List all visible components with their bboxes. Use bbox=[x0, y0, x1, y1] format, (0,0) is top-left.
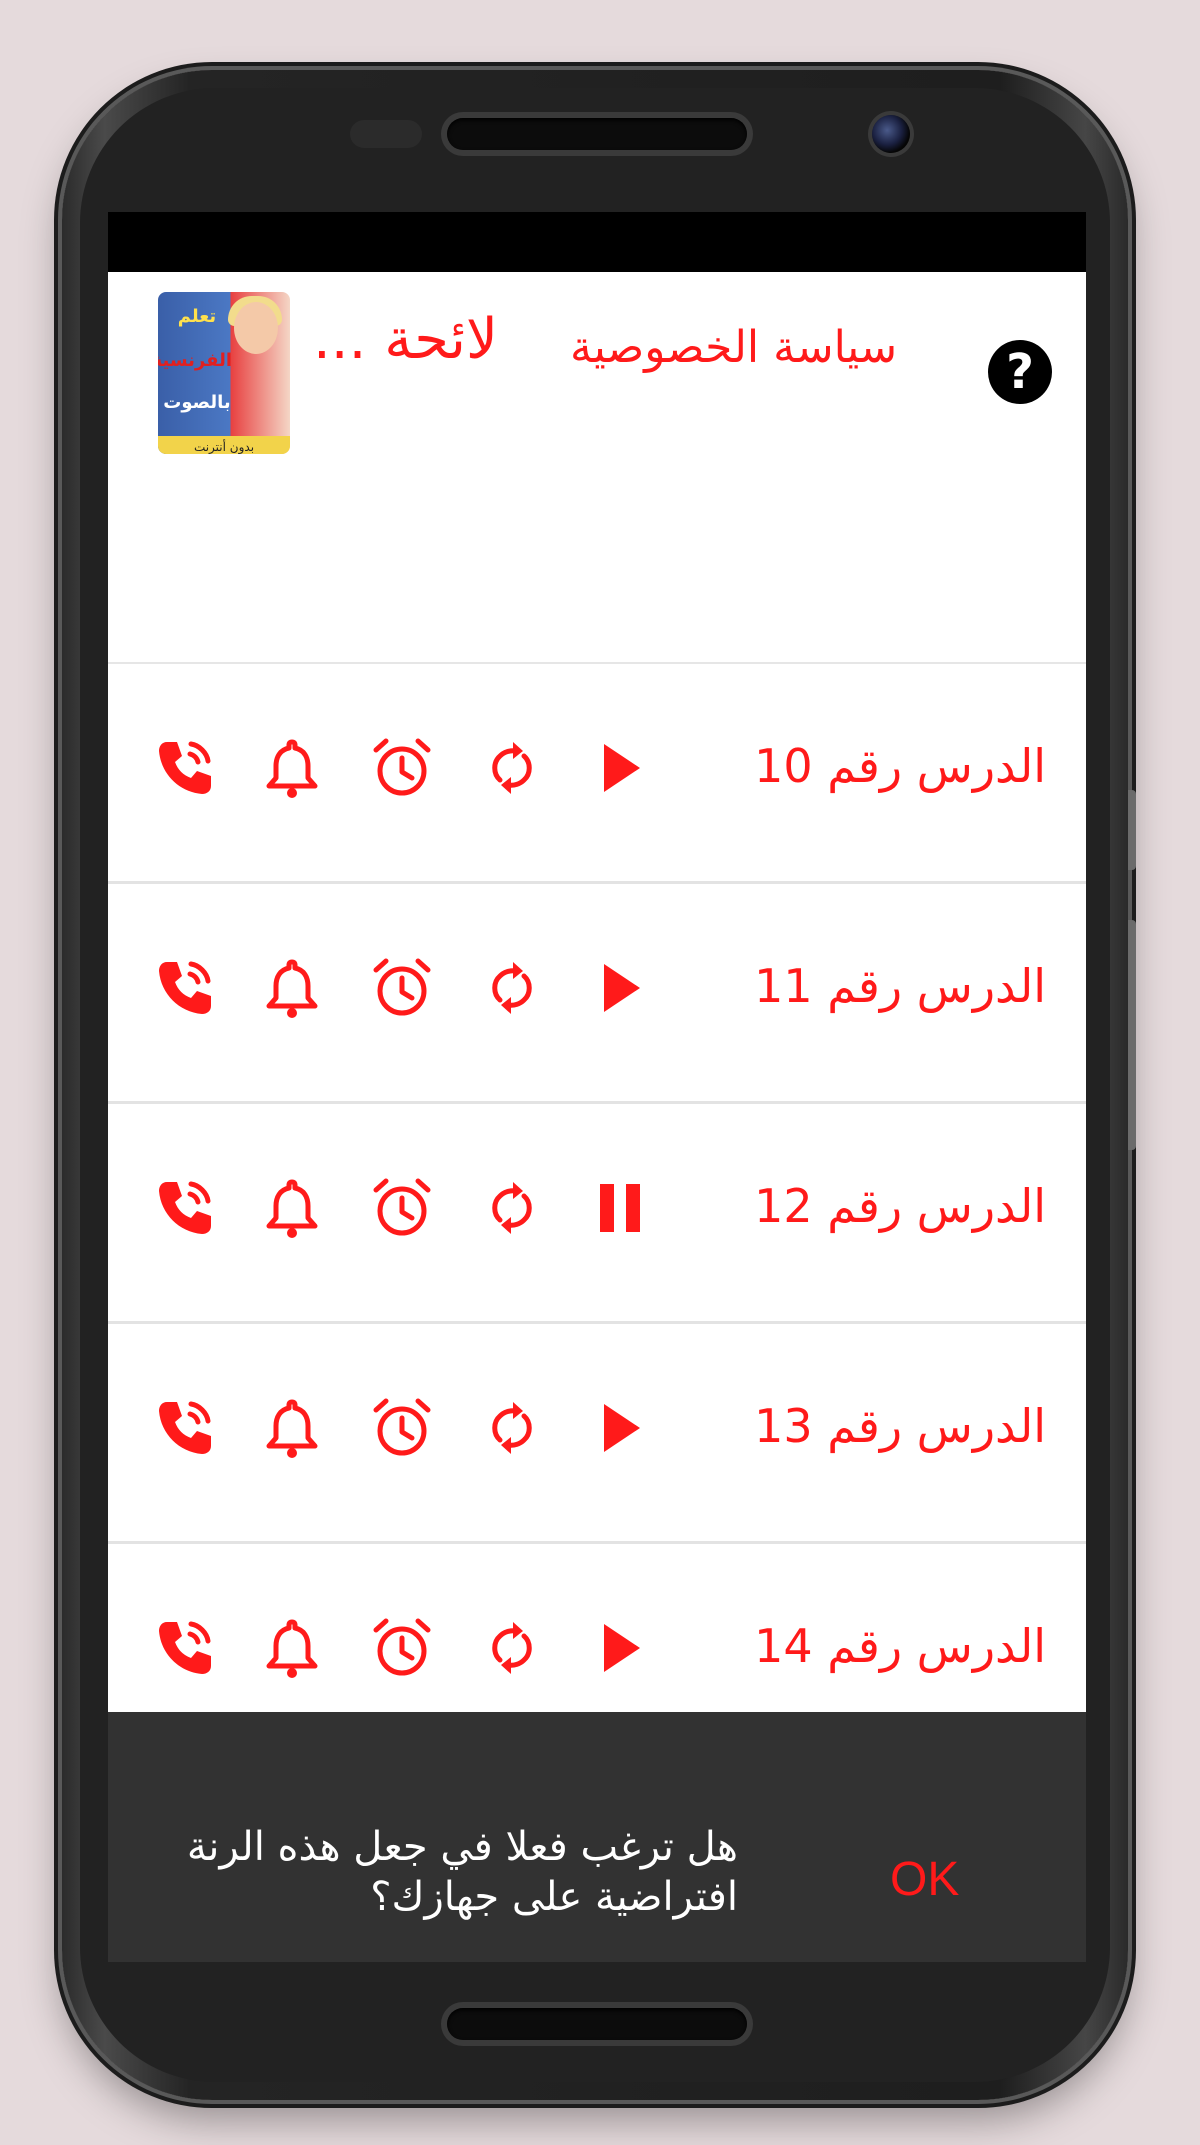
ok-button[interactable]: OK bbox=[890, 1852, 959, 1907]
privacy-policy-link[interactable]: سياسة الخصوصية bbox=[570, 322, 897, 373]
play-icon[interactable] bbox=[588, 736, 652, 800]
volume-button bbox=[1128, 920, 1136, 1150]
ringtone-call-icon[interactable] bbox=[153, 1396, 217, 1460]
bottom-speaker bbox=[447, 2008, 747, 2040]
lesson-label: الدرس رقم 12 bbox=[754, 1179, 1046, 1233]
ringtone-call-icon[interactable] bbox=[153, 736, 217, 800]
ringtone-call-icon[interactable] bbox=[153, 956, 217, 1020]
status-bar bbox=[108, 212, 1086, 272]
app-header: تعلم الفرنسية بالصوت بدون أنترنت لائحة .… bbox=[108, 272, 1086, 472]
logo-text-2: الفرنسية bbox=[158, 350, 232, 371]
logo-text-1: تعلم bbox=[177, 306, 217, 327]
power-button bbox=[1128, 790, 1136, 870]
front-camera bbox=[872, 115, 910, 153]
app-logo[interactable]: تعلم الفرنسية بالصوت بدون أنترنت bbox=[158, 292, 290, 454]
notification-bell-icon[interactable] bbox=[260, 1176, 324, 1240]
notification-bell-icon[interactable] bbox=[260, 736, 324, 800]
repeat-icon[interactable] bbox=[480, 1176, 544, 1240]
ringtone-call-icon[interactable] bbox=[153, 1176, 217, 1240]
pause-icon[interactable] bbox=[588, 1176, 652, 1240]
notification-bell-icon[interactable] bbox=[260, 1616, 324, 1680]
logo-text-3: بالصوت bbox=[163, 392, 231, 413]
repeat-icon[interactable] bbox=[480, 736, 544, 800]
lesson-label: الدرس رقم 10 bbox=[754, 739, 1046, 793]
repeat-icon[interactable] bbox=[480, 1396, 544, 1460]
lesson-list: الدرس رقم 10 الدرس رقم 11 الدرس رقم 12 الدر… bbox=[108, 664, 1086, 1764]
alarm-clock-icon[interactable] bbox=[370, 1616, 434, 1680]
lesson-label: الدرس رقم 13 bbox=[754, 1399, 1046, 1453]
notification-bell-icon[interactable] bbox=[260, 1396, 324, 1460]
lesson-row[interactable]: الدرس رقم 10 bbox=[108, 664, 1086, 884]
snackbar-message: هل ترغب فعلا في جعل هذه الرنة افتراضية ع… bbox=[186, 1824, 738, 1920]
repeat-icon[interactable] bbox=[480, 956, 544, 1020]
app-screen: تعلم الفرنسية بالصوت بدون أنترنت لائحة .… bbox=[108, 212, 1086, 1962]
alarm-clock-icon[interactable] bbox=[370, 1176, 434, 1240]
lesson-label: الدرس رقم 11 bbox=[754, 959, 1046, 1013]
alarm-clock-icon[interactable] bbox=[370, 956, 434, 1020]
lesson-row[interactable]: الدرس رقم 13 bbox=[108, 1324, 1086, 1544]
notification-bell-icon[interactable] bbox=[260, 956, 324, 1020]
proximity-sensor bbox=[350, 120, 422, 148]
page-title[interactable]: لائحة ... bbox=[313, 307, 498, 372]
alarm-clock-icon[interactable] bbox=[370, 1396, 434, 1460]
help-icon[interactable]: ? bbox=[988, 340, 1052, 404]
play-icon[interactable] bbox=[588, 1396, 652, 1460]
logo-text-bottom: بدون أنترنت bbox=[193, 440, 255, 454]
snackbar: هل ترغب فعلا في جعل هذه الرنة افتراضية ع… bbox=[108, 1712, 1086, 1962]
top-speaker bbox=[447, 118, 747, 150]
play-icon[interactable] bbox=[588, 956, 652, 1020]
lesson-row[interactable]: الدرس رقم 11 bbox=[108, 884, 1086, 1104]
lesson-row[interactable]: الدرس رقم 12 bbox=[108, 1104, 1086, 1324]
ad-banner-area bbox=[108, 472, 1086, 664]
alarm-clock-icon[interactable] bbox=[370, 736, 434, 800]
repeat-icon[interactable] bbox=[480, 1616, 544, 1680]
ringtone-call-icon[interactable] bbox=[153, 1616, 217, 1680]
play-icon[interactable] bbox=[588, 1616, 652, 1680]
lesson-label: الدرس رقم 14 bbox=[754, 1619, 1046, 1673]
